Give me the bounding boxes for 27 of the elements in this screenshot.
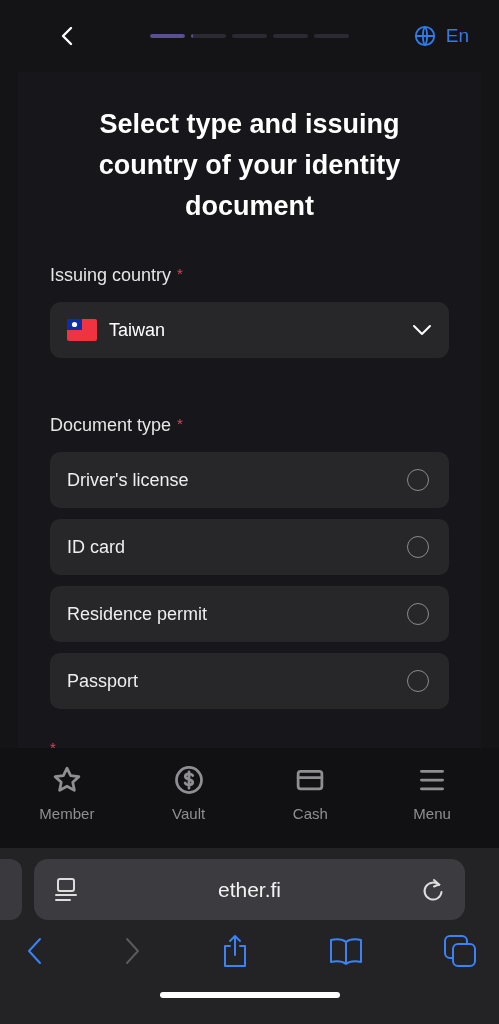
document-option[interactable]: Passport: [50, 653, 449, 709]
nav-tab[interactable]: Vault: [127, 748, 250, 848]
nav-tab[interactable]: Menu: [371, 748, 493, 848]
nav-tab[interactable]: Member: [6, 748, 128, 848]
required-mark: *: [177, 265, 183, 282]
chevron-down-icon: [412, 324, 432, 336]
field-label: Document type: [50, 415, 172, 435]
required-mark: *: [50, 739, 56, 748]
tabs-button[interactable]: [443, 934, 477, 968]
page-title: Select type and issuing country of your identity document: [97, 108, 402, 223]
language-button[interactable]: En: [413, 25, 469, 47]
address-bar[interactable]: ether.fi: [34, 859, 465, 920]
star-icon: [51, 765, 82, 795]
field-label: Issuing country: [50, 265, 172, 285]
country-select[interactable]: Taiwan: [50, 302, 449, 358]
book-button[interactable]: [328, 936, 365, 966]
flag-icon: [67, 319, 97, 341]
nav-tab[interactable]: Cash: [249, 748, 372, 848]
document-option[interactable]: ID card: [50, 519, 449, 575]
reload-icon[interactable]: [421, 876, 445, 903]
globe-icon: [413, 25, 436, 47]
dollar-icon: [173, 765, 204, 795]
reader-icon: [54, 876, 78, 903]
required-mark: *: [177, 415, 183, 432]
progress-segment: [150, 34, 185, 38]
document-option[interactable]: Driver's license: [50, 452, 449, 508]
document-option[interactable]: Residence permit: [50, 586, 449, 642]
